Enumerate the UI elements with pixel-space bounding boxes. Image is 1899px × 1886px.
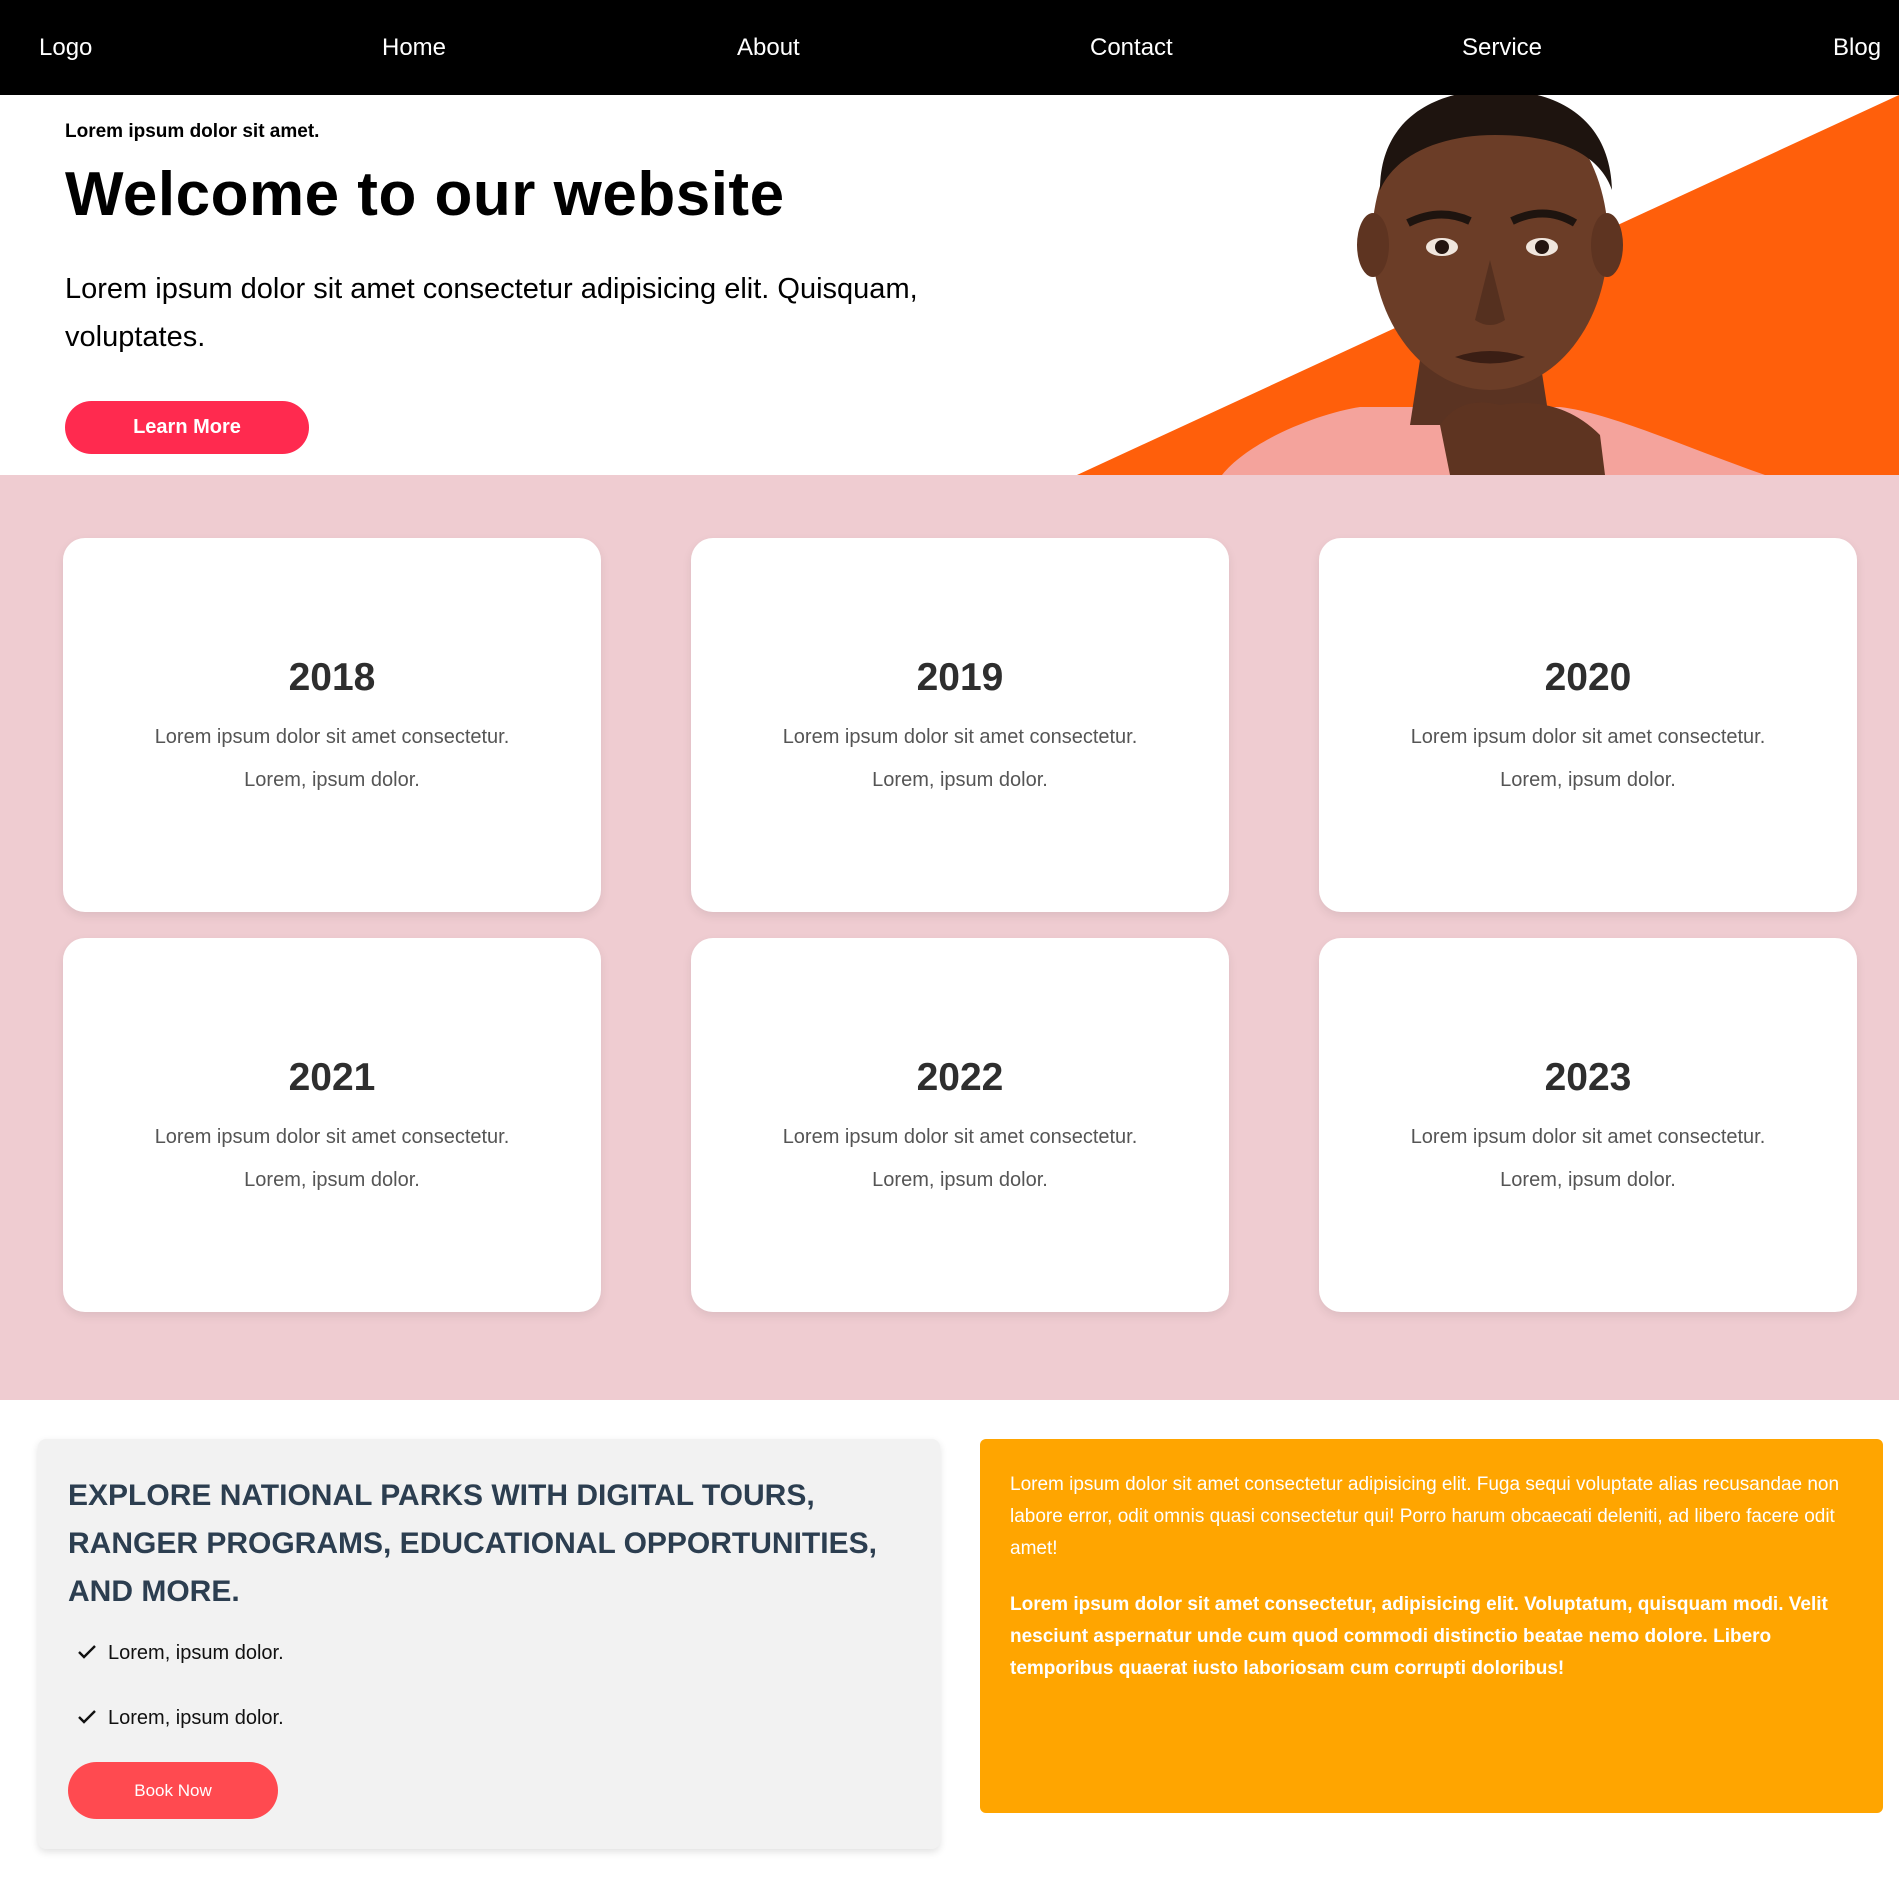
year-cards-section: 2018 Lorem ipsum dolor sit amet consecte… <box>0 475 1899 1400</box>
year-card: 2023 Lorem ipsum dolor sit amet consecte… <box>1319 938 1857 1312</box>
card-year: 2023 <box>1544 1056 1632 1099</box>
card-description: Lorem ipsum dolor sit amet consectetur. <box>154 1126 510 1148</box>
card-description: Lorem ipsum dolor sit amet consectetur. <box>154 726 510 748</box>
card-year: 2021 <box>288 1056 376 1099</box>
book-now-button[interactable]: Book Now <box>68 1762 278 1819</box>
nav-link-blog[interactable]: Blog <box>1833 33 1881 63</box>
card-description: Lorem ipsum dolor sit amet consectetur. <box>1410 1126 1766 1148</box>
card-description: Lorem ipsum dolor sit amet consectetur. <box>782 726 1138 748</box>
nav-link-about[interactable]: About <box>737 33 800 63</box>
year-card: 2020 Lorem ipsum dolor sit amet consecte… <box>1319 538 1857 912</box>
nav-link-home[interactable]: Home <box>382 33 446 63</box>
check-icon <box>78 1640 100 1666</box>
card-subtext: Lorem, ipsum dolor. <box>1500 769 1676 791</box>
year-card: 2019 Lorem ipsum dolor sit amet consecte… <box>691 538 1229 912</box>
year-card: 2021 Lorem ipsum dolor sit amet consecte… <box>63 938 601 1312</box>
explore-card: EXPLORE NATIONAL PARKS WITH DIGITAL TOUR… <box>38 1439 940 1849</box>
info-paragraph: Lorem ipsum dolor sit amet consectetur a… <box>1010 1474 1840 1559</box>
card-year: 2022 <box>916 1056 1004 1099</box>
checklist-item-label: Lorem, ipsum dolor. <box>108 1642 284 1664</box>
checklist-item-label: Lorem, ipsum dolor. <box>108 1707 284 1729</box>
card-year: 2019 <box>916 656 1004 699</box>
card-subtext: Lorem, ipsum dolor. <box>244 1169 420 1191</box>
info-paragraph-bold: Lorem ipsum dolor sit amet consectetur, … <box>1010 1594 1828 1679</box>
learn-more-button[interactable]: Learn More <box>65 401 309 454</box>
logo-link[interactable]: Logo <box>39 33 92 63</box>
card-subtext: Lorem, ipsum dolor. <box>872 769 1048 791</box>
explore-title: EXPLORE NATIONAL PARKS WITH DIGITAL TOUR… <box>68 1479 877 1608</box>
card-subtext: Lorem, ipsum dolor. <box>1500 1169 1676 1191</box>
card-description: Lorem ipsum dolor sit amet consectetur. <box>1410 726 1766 748</box>
checklist-item: Lorem, ipsum dolor. <box>78 1705 284 1731</box>
card-description: Lorem ipsum dolor sit amet consectetur. <box>782 1126 1138 1148</box>
card-year: 2020 <box>1544 656 1632 699</box>
top-nav: Logo Home About Contact Service Blog <box>0 0 1899 95</box>
info-box: Lorem ipsum dolor sit amet consectetur a… <box>980 1439 1883 1813</box>
card-subtext: Lorem, ipsum dolor. <box>872 1169 1048 1191</box>
hero-section: Lorem ipsum dolor sit amet. Welcome to o… <box>0 95 1899 475</box>
hero-title: Welcome to our website <box>65 160 785 229</box>
hero-description: Lorem ipsum dolor sit amet consectetur a… <box>65 273 918 353</box>
checklist-item: Lorem, ipsum dolor. <box>78 1640 284 1666</box>
check-icon <box>78 1705 100 1731</box>
nav-link-service[interactable]: Service <box>1462 33 1542 63</box>
nav-link-contact[interactable]: Contact <box>1090 33 1173 63</box>
year-card: 2022 Lorem ipsum dolor sit amet consecte… <box>691 938 1229 1312</box>
hero-kicker: Lorem ipsum dolor sit amet. <box>65 121 320 142</box>
card-subtext: Lorem, ipsum dolor. <box>244 769 420 791</box>
card-year: 2018 <box>288 656 376 699</box>
year-card: 2018 Lorem ipsum dolor sit amet consecte… <box>63 538 601 912</box>
